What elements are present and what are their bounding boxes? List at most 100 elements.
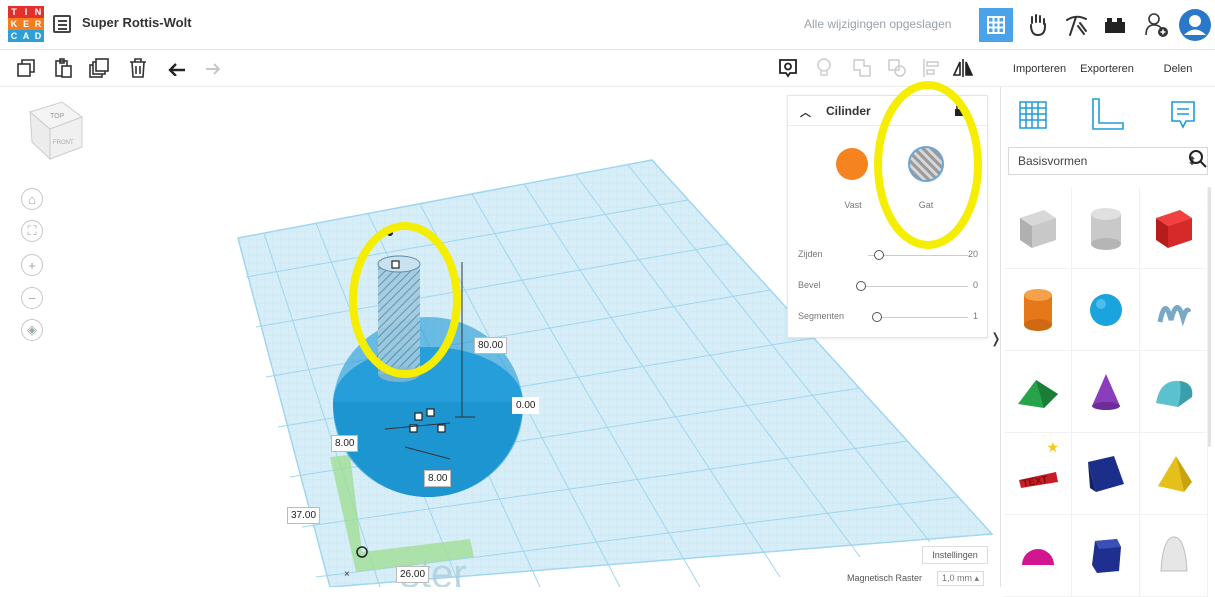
box-blue-shape[interactable] (1072, 433, 1140, 515)
dropdown-up-icon: ▴ (974, 573, 980, 583)
add-collaborator-button[interactable] (1140, 8, 1174, 42)
align-button[interactable] (919, 56, 943, 80)
user-avatar[interactable] (1177, 8, 1213, 42)
workplane-icon (1019, 101, 1047, 129)
width-dimension-label[interactable]: 8.00 (331, 435, 359, 452)
cube-icon: ◈ (27, 322, 37, 337)
svg-text:TEXT: TEXT (1021, 474, 1048, 489)
cylinder-hole-shape-item[interactable] (1072, 187, 1140, 269)
search-icon[interactable] (1188, 149, 1208, 174)
collapse-chevron-icon[interactable]: ︿ (800, 104, 811, 120)
align-icon (923, 59, 939, 77)
zoom-in-button[interactable]: + (21, 254, 43, 276)
elevation-dimension-label[interactable]: 0.00 (512, 397, 540, 414)
paste-button[interactable] (51, 56, 75, 80)
home-icon: ⌂ (28, 191, 36, 207)
project-title[interactable]: Super Rottis-Wolt (82, 15, 192, 30)
roof-shape[interactable] (1004, 351, 1072, 433)
brick-icon (1105, 18, 1125, 33)
view-cube[interactable]: TOP FRONT (20, 97, 90, 167)
undo-icon (168, 63, 185, 76)
copy-icon (17, 59, 35, 77)
depth-dimension-label[interactable]: 8.00 (424, 470, 452, 487)
snap-grid-label: Magnetisch Raster (847, 573, 923, 583)
hand-icon (1030, 14, 1046, 37)
mirror-icon (952, 59, 974, 77)
settings-button[interactable]: Instellingen (922, 546, 988, 564)
circuits-button[interactable] (1021, 8, 1055, 42)
ruler-tool[interactable] (1089, 97, 1125, 136)
ruler-icon (1092, 98, 1124, 130)
eye-bubble-icon (779, 59, 797, 78)
fit-icon: ⛶ (27, 223, 37, 238)
polygon-shape[interactable] (1072, 515, 1140, 597)
share-button[interactable]: Delen (1150, 57, 1206, 81)
top-bar: T I N K E R C A D Super Rottis-Wolt Alle… (0, 0, 1215, 50)
redo-button[interactable] (201, 56, 225, 80)
sphere-shape[interactable] (1072, 269, 1140, 351)
snap-grid-select[interactable]: 1,0 mm ▴ (937, 571, 985, 586)
solid-color-button[interactable] (836, 148, 868, 180)
pyramid-shape[interactable] (1140, 433, 1208, 515)
avatar-icon (1179, 9, 1211, 41)
half-sphere-shape[interactable] (1004, 515, 1072, 597)
height-dimension-label[interactable]: 80.00 (474, 337, 508, 354)
notes-tool[interactable] (1169, 99, 1197, 136)
bulb-icon (817, 58, 831, 76)
add-user-icon (1145, 13, 1168, 37)
view-cube-top-label: TOP (50, 113, 65, 120)
copy-button[interactable] (14, 56, 38, 80)
star-icon: ★ (1046, 439, 1059, 455)
codeblocks-button[interactable] (1060, 8, 1094, 42)
cylinder-shape[interactable] (1004, 269, 1072, 351)
y-position-label[interactable]: 26.00 (396, 566, 430, 583)
group-icon (853, 59, 871, 77)
close-x-icon[interactable]: × (344, 569, 350, 580)
group-button[interactable] (850, 56, 874, 80)
duplicate-icon (89, 58, 109, 78)
box-hole-shape[interactable] (1004, 187, 1072, 269)
grid-view-icon (987, 16, 1005, 34)
trash-icon (130, 58, 146, 78)
view-cube-front-label: FRONT (53, 140, 74, 146)
minus-icon: − (28, 290, 36, 306)
redo-icon (206, 63, 221, 75)
segments-slider[interactable]: Segmenten 1 (798, 311, 978, 322)
duplicate-button[interactable] (87, 56, 111, 80)
notes-button[interactable] (812, 56, 836, 80)
cone-shape[interactable] (1072, 351, 1140, 433)
solid-label: Vast (844, 200, 862, 210)
mirror-button[interactable] (951, 56, 975, 80)
pickaxe-icon (1066, 15, 1087, 36)
export-button[interactable]: Exporteren (1075, 57, 1139, 81)
box-shape[interactable] (1140, 187, 1208, 269)
ungroup-button[interactable] (885, 56, 909, 80)
x-position-label[interactable]: 37.00 (287, 507, 321, 524)
home-view-button[interactable]: ⌂ (21, 188, 43, 210)
3d-view-button[interactable] (979, 8, 1013, 42)
shape-category-select[interactable]: Basisvormen ⬍ (1008, 147, 1208, 175)
shape-grid: TEXT ★ (1004, 187, 1209, 597)
bricks-button[interactable] (1098, 8, 1132, 42)
workplane-tool[interactable] (1017, 99, 1049, 136)
undo-button[interactable] (165, 56, 189, 80)
fit-view-button[interactable]: ⛶ (21, 220, 43, 242)
save-status: Alle wijzigingen opgeslagen (804, 17, 952, 31)
paraboloid-shape[interactable] (1140, 515, 1208, 597)
paste-icon (55, 58, 72, 78)
plus-icon: + (28, 257, 36, 273)
delete-button[interactable] (126, 56, 150, 80)
cylinder-hole-shape[interactable] (377, 255, 421, 382)
zoom-out-button[interactable]: − (21, 287, 43, 309)
show-all-button[interactable] (776, 56, 800, 80)
highlight-ring-right (874, 81, 982, 249)
text-shape[interactable]: TEXT ★ (1004, 433, 1072, 515)
design-list-icon[interactable] (53, 15, 71, 33)
scribble-shape[interactable] (1140, 269, 1208, 351)
round-roof-shape[interactable] (1140, 351, 1208, 433)
bevel-slider[interactable]: Bevel 0 (798, 280, 978, 291)
tinkercad-logo[interactable]: T I N K E R C A D (8, 6, 44, 42)
import-button[interactable]: Importeren (1006, 57, 1073, 81)
shape-name: Cilinder (826, 103, 871, 118)
perspective-button[interactable]: ◈ (21, 319, 43, 341)
